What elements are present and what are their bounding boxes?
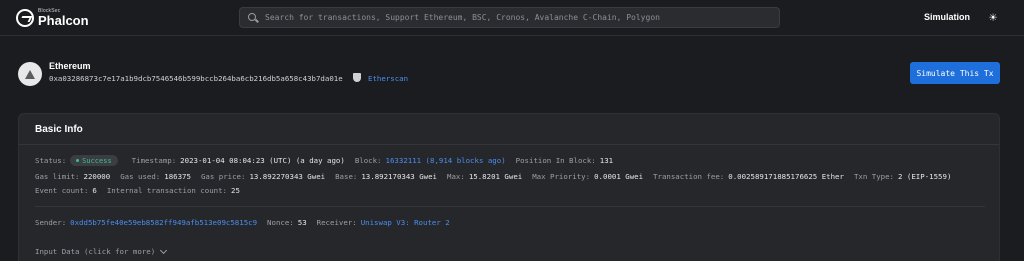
sender-label: Sender: [35, 218, 67, 227]
logo-name: Phalcon [38, 13, 89, 28]
logo-icon [16, 9, 34, 27]
logo-text: BlockSec Phalcon [38, 9, 89, 28]
max-priority-label: Max Priority: [532, 172, 591, 181]
status-value: Success [82, 156, 112, 165]
timestamp-label: Timestamp: [131, 156, 177, 165]
internal-tx-label: Internal transaction count: [106, 186, 227, 195]
divider [19, 144, 999, 145]
event-count-label: Event count: [35, 186, 89, 195]
tx-type-label: Txn Type: [853, 172, 894, 181]
timestamp-value: 2023-01-04 08:04:23 (UTC) (a day ago) [180, 156, 345, 165]
status-badge: Success [70, 155, 118, 166]
receiver-link[interactable]: Uniswap V3: Router 2 [361, 218, 450, 227]
ethereum-icon [18, 62, 42, 86]
sender-link[interactable]: 0xdd5b75fe40e59eb8582ff949afb513e09c5815… [70, 218, 257, 227]
gas-price-label: Gas price: [200, 172, 246, 181]
search-icon [248, 12, 259, 23]
search-input[interactable] [265, 13, 779, 22]
simulate-tx-button[interactable]: Simulate This Tx [910, 62, 1000, 84]
gas-limit-value: 220000 [83, 172, 111, 181]
info-row-parties: Sender: 0xdd5b75fe40e59eb8582ff949afb513… [35, 218, 450, 227]
copy-icon[interactable] [353, 73, 361, 82]
max-priority-value: 0.0001 Gwei [594, 172, 644, 181]
nonce-label: Nonce: [267, 218, 294, 227]
chain-name: Ethereum [49, 61, 91, 71]
tx-fee-value: 0.002589171885176625 Ether [728, 172, 844, 181]
basic-info-card: Basic Info Status: Success Timestamp: 20… [18, 113, 1000, 261]
divider [35, 206, 985, 207]
chevron-down-icon [160, 246, 168, 254]
card-title: Basic Info [35, 124, 83, 135]
tx-fee-label: Transaction fee: [653, 172, 725, 181]
gas-limit-label: Gas limit: [35, 172, 80, 181]
top-navbar: BlockSec Phalcon Simulation ☀ [0, 0, 1024, 36]
position-value: 131 [599, 156, 614, 165]
base-value: 13.892170343 Gwei [361, 172, 438, 181]
info-row-status: Status: Success Timestamp: 2023-01-04 08… [35, 155, 613, 166]
internal-tx-value: 25 [231, 186, 240, 195]
gas-used-value: 186375 [164, 172, 191, 181]
base-label: Base: [335, 172, 358, 181]
max-value: 15.8201 Gwei [468, 172, 523, 181]
block-link[interactable]: 16332111 (8,914 blocks ago) [386, 156, 506, 165]
info-row-gas: Gas limit: 220000 Gas used: 186375 Gas p… [35, 172, 951, 181]
sun-icon[interactable]: ☀ [986, 11, 1000, 25]
block-label: Block: [354, 156, 382, 165]
gas-price-value: 13.892270343 Gwei [249, 172, 326, 181]
position-label: Position In Block: [515, 156, 596, 165]
tx-hash: 0xa03286873c7e17a1b9dcb7546546b599bccb26… [49, 74, 343, 83]
max-label: Max: [447, 172, 465, 181]
status-dot-icon [76, 159, 80, 162]
gas-used-label: Gas used: [120, 172, 161, 181]
simulation-link[interactable]: Simulation [924, 12, 970, 22]
search-bar[interactable] [239, 7, 780, 28]
phalcon-logo[interactable]: BlockSec Phalcon [16, 7, 89, 29]
event-count-value: 6 [92, 186, 97, 195]
receiver-label: Receiver: [316, 218, 357, 227]
tx-type-value: 2 (EIP-1559) [898, 172, 952, 181]
input-data-label: Input Data (click for more) [35, 247, 156, 256]
input-data-toggle[interactable]: Input Data (click for more) [35, 246, 168, 256]
etherscan-link[interactable]: Etherscan [368, 74, 408, 83]
info-row-counts: Event count: 6 Internal transaction coun… [35, 186, 240, 195]
nonce-value: 53 [297, 218, 307, 227]
status-label: Status: [35, 156, 67, 165]
